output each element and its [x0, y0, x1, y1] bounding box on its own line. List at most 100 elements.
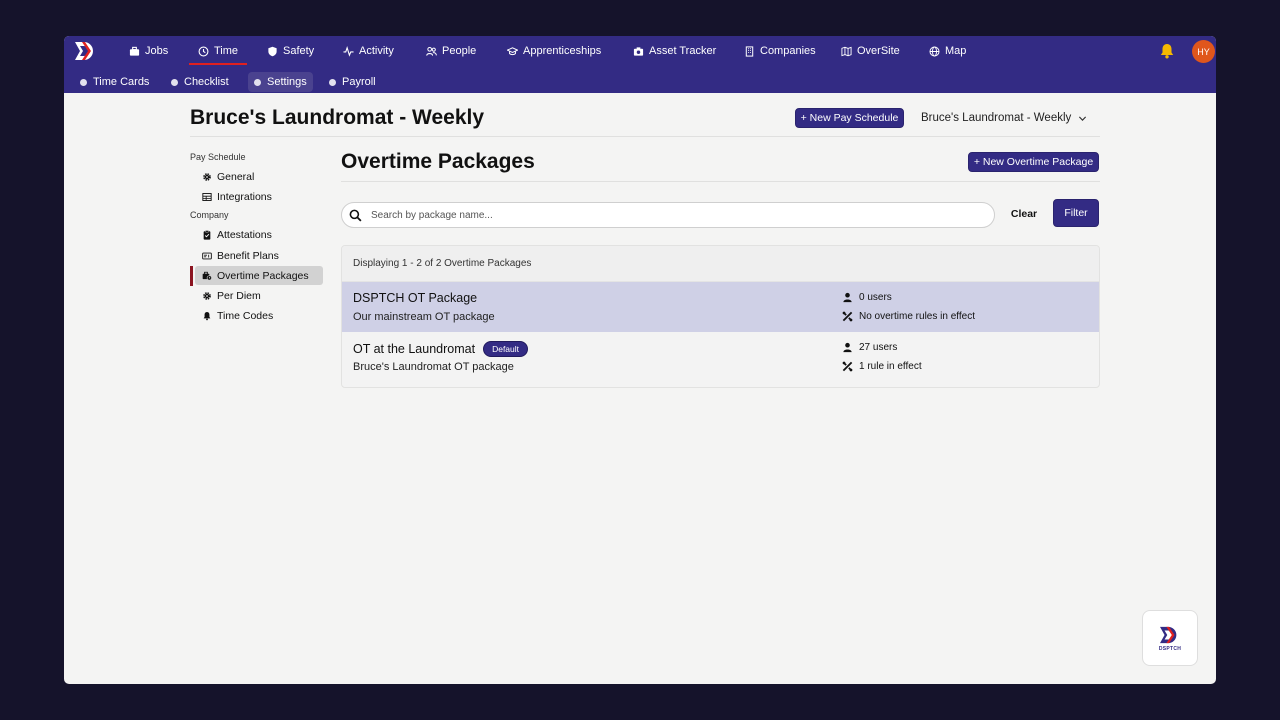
- package-description: Our mainstream OT package: [353, 311, 495, 323]
- nav-jobs-label: Jobs: [145, 45, 169, 57]
- header-divider: [190, 136, 1100, 137]
- briefcase-icon: [129, 46, 140, 56]
- nav-time[interactable]: Time: [188, 36, 248, 66]
- nav-companies-label: Companies: [760, 45, 816, 57]
- subnav-payroll[interactable]: Payroll: [323, 72, 382, 92]
- overtime-packages-list: Displaying 1 - 2 of 2 Overtime Packages …: [341, 245, 1100, 388]
- nav-oversite[interactable]: OverSite: [841, 36, 900, 66]
- nav-safety[interactable]: Safety: [267, 36, 314, 66]
- sidebar-item-attestations[interactable]: Attestations: [195, 225, 323, 244]
- user-icon: [843, 342, 852, 353]
- graduation-cap-icon: [507, 46, 518, 55]
- nav-apprenticeships-label: Apprenticeships: [523, 45, 602, 57]
- nav-map-label: Map: [945, 45, 967, 57]
- nav-people-label: People: [442, 45, 477, 57]
- pay-schedule-dropdown[interactable]: Bruce's Laundromat - Weekly: [921, 109, 1087, 127]
- default-badge: Default: [483, 341, 529, 357]
- search-icon: [349, 209, 362, 222]
- subnav-checklist-label: Checklist: [184, 76, 229, 88]
- package-name-text: OT at the Laundromat: [353, 342, 476, 356]
- package-users-count: 27 users: [859, 342, 898, 353]
- sidebar-item-per-diem[interactable]: Per Diem: [195, 286, 323, 305]
- subnav-time-cards[interactable]: Time Cards: [74, 72, 155, 92]
- sidebar-item-label: Attestations: [217, 228, 272, 241]
- nav-activity-label: Activity: [359, 45, 394, 57]
- list-item[interactable]: OT at the Laundromat Default Bruce's Lau…: [342, 332, 1099, 382]
- package-users: 27 users: [842, 342, 897, 353]
- globe-icon: [929, 46, 940, 56]
- rules-tools-icon: [842, 311, 853, 322]
- dsptch-logo-icon[interactable]: [73, 40, 99, 62]
- nav-time-label: Time: [214, 45, 239, 57]
- app-window: Jobs Time Safety Activity People Apprent…: [64, 36, 1216, 684]
- package-users-count: 0 users: [859, 292, 892, 303]
- new-overtime-package-button[interactable]: + New Overtime Package: [968, 152, 1099, 172]
- sidebar-item-label: Overtime Packages: [217, 269, 309, 282]
- table-icon: [202, 192, 212, 201]
- sidebar-item-label: Per Diem: [217, 289, 261, 302]
- rules-tools-icon: [842, 361, 853, 372]
- package-rules: No overtime rules in effect: [842, 311, 975, 322]
- pulse-icon: [343, 45, 354, 57]
- nav-map[interactable]: Map: [929, 36, 966, 66]
- sidebar-item-time-codes[interactable]: Time Codes: [195, 306, 323, 325]
- map-fold-icon: [841, 46, 852, 56]
- new-pay-schedule-button[interactable]: + New Pay Schedule: [795, 108, 904, 128]
- filter-button[interactable]: Filter: [1053, 199, 1099, 227]
- bell-icon: [203, 311, 211, 320]
- dot-icon: [329, 78, 336, 86]
- sidebar-item-label: Benefit Plans: [217, 249, 279, 262]
- shield-icon: [268, 46, 277, 56]
- subnav-settings-label: Settings: [267, 76, 307, 88]
- top-navigation-bar: Jobs Time Safety Activity People Apprent…: [64, 36, 1216, 93]
- nav-people[interactable]: People: [426, 36, 476, 66]
- nav-activity[interactable]: Activity: [343, 36, 394, 66]
- subnav-payroll-label: Payroll: [342, 76, 376, 88]
- dot-icon: [254, 78, 261, 86]
- nav-jobs[interactable]: Jobs: [129, 36, 168, 66]
- list-item[interactable]: DSPTCH OT Package Our mainstream OT pack…: [342, 282, 1099, 332]
- notification-bell-icon[interactable]: [1158, 42, 1176, 60]
- package-rules-text: No overtime rules in effect: [859, 311, 975, 322]
- sidebar-item-overtime-packages[interactable]: Overtime Packages: [195, 266, 323, 285]
- gear-icon: [203, 172, 211, 181]
- package-description: Bruce's Laundromat OT package: [353, 361, 514, 373]
- clipboard-check-icon: [203, 229, 211, 240]
- sidebar-item-benefit-plans[interactable]: Benefit Plans: [195, 246, 323, 265]
- sidebar-item-integrations[interactable]: Integrations: [195, 187, 323, 206]
- subnav-checklist[interactable]: Checklist: [165, 72, 235, 92]
- package-name: OT at the Laundromat Default: [353, 341, 529, 357]
- package-rules: 1 rule in effect: [842, 361, 922, 372]
- briefcase-clock-icon: [202, 271, 212, 281]
- nav-apprenticeships[interactable]: Apprenticeships: [507, 36, 601, 66]
- nav-oversite-label: OverSite: [857, 45, 900, 57]
- building-icon: [745, 45, 754, 57]
- active-indicator: [190, 266, 193, 286]
- sidebar-section-company: Company: [190, 210, 229, 220]
- user-avatar[interactable]: HY: [1192, 40, 1215, 63]
- nav-asset-tracker-label: Asset Tracker: [649, 45, 717, 57]
- subnav-settings[interactable]: Settings: [248, 72, 313, 92]
- sidebar-item-label: General: [217, 170, 255, 183]
- list-summary: Displaying 1 - 2 of 2 Overtime Packages: [342, 246, 1099, 282]
- nav-companies[interactable]: Companies: [744, 36, 816, 66]
- search-box: [341, 202, 995, 228]
- chevron-down-icon: [1079, 115, 1087, 121]
- search-input[interactable]: [371, 209, 971, 221]
- camera-icon: [633, 46, 644, 56]
- nav-asset-tracker[interactable]: Asset Tracker: [633, 36, 716, 66]
- package-name: DSPTCH OT Package: [353, 291, 477, 305]
- package-rules-text: 1 rule in effect: [859, 361, 922, 372]
- dsptch-logo-icon: [1160, 626, 1177, 643]
- gear-icon: [203, 291, 211, 300]
- section-title: Overtime Packages: [341, 150, 535, 173]
- pay-schedule-selected: Bruce's Laundromat - Weekly: [921, 112, 1072, 124]
- sidebar-item-general[interactable]: General: [195, 167, 323, 186]
- dsptch-chat-widget[interactable]: DSPTCH: [1142, 610, 1198, 666]
- sidebar-item-label: Integrations: [217, 190, 272, 203]
- dsptch-logo-text: DSPTCH: [1158, 645, 1182, 652]
- clear-button[interactable]: Clear: [1004, 202, 1044, 226]
- package-name-text: DSPTCH OT Package: [353, 291, 478, 305]
- dot-icon: [171, 78, 178, 86]
- section-divider: [341, 181, 1100, 182]
